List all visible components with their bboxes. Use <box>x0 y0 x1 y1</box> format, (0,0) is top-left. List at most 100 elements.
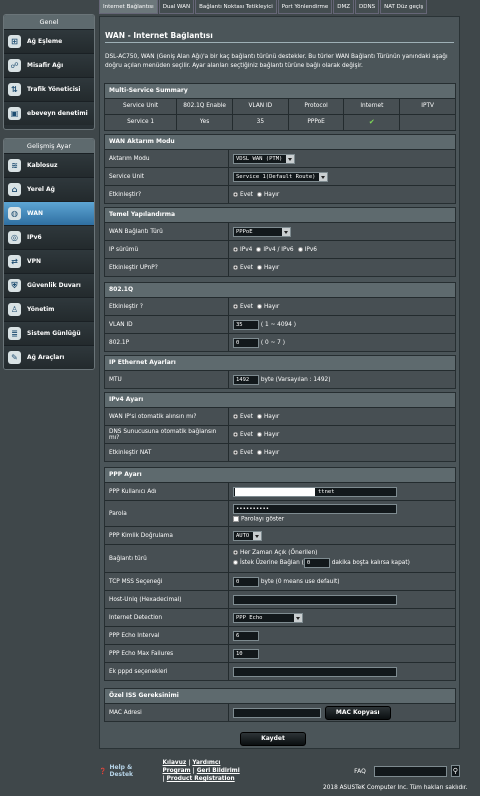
field-label: Etkinleştir ? <box>109 303 143 310</box>
nat-no-radio[interactable]: Hayır <box>256 449 280 456</box>
sidebar-item-parental-control[interactable]: ▣ ebeveyn denetimi <box>4 101 94 125</box>
sidebar-item-syslog[interactable]: ≣ Sistem Günlüğü <box>4 321 94 345</box>
page-title: WAN - Internet Bağlantısı <box>105 31 213 40</box>
page-description: DSL-AC750, WAN (Geniş Alan Ağı)'a bir ka… <box>105 54 448 69</box>
sidebar-item-ipv6[interactable]: ◎ IPv6 <box>4 225 94 249</box>
radio-label: Evet <box>240 191 253 198</box>
auto-dns-yes-radio[interactable]: Evet <box>233 431 253 438</box>
dot1p-input[interactable]: 0 <box>233 337 259 348</box>
manual-link[interactable]: Kılavuz <box>163 760 187 766</box>
ipv4-settings: IPv4 Ayarı WAN IP'si otomatik alınsın mı… <box>104 392 456 462</box>
auto-ip-no-radio[interactable]: Hayır <box>256 413 279 420</box>
feedback-link[interactable]: Geri Bildirimi <box>197 768 240 774</box>
wan-type-select[interactable]: PPPoE <box>233 226 291 237</box>
idle-time-input[interactable]: 0 <box>303 557 330 568</box>
edit-check-icon[interactable]: ✔ <box>369 118 375 126</box>
field-label: Service Unit <box>109 173 145 180</box>
echo-failures-input[interactable]: 10 <box>233 648 259 659</box>
service-unit-select[interactable]: Service 1(Default Route) <box>233 171 329 182</box>
echo-interval-input[interactable]: 6 <box>233 630 259 641</box>
vlan-id-input[interactable]: 35 <box>233 319 259 330</box>
ppp-settings: PPP Ayarı PPP Kullanıcı Adı ttnet Parola •… <box>104 467 456 681</box>
enable-yes-radio[interactable]: Evet <box>233 191 253 198</box>
transfer-mode-select[interactable]: VDSL WAN (PTM) <box>233 153 296 164</box>
internet-detection-select[interactable]: PPP Echo <box>233 612 303 623</box>
on-demand-radio[interactable]: İstek Üzerine Bağlan (0 dakika boşta kal… <box>233 557 410 568</box>
sidebar-item-firewall[interactable]: ⛨ Güvenlik Duvarı <box>4 273 94 297</box>
tab-dual-wan[interactable]: Dual WAN <box>158 0 195 14</box>
basic-config: Temel Yapılandırma WAN Bağlantı Türü PPPo… <box>104 207 456 277</box>
field-label: Etkinleştir? <box>109 191 142 198</box>
auto-dns-no-radio[interactable]: Hayır <box>256 431 279 438</box>
radio-label: Hayır <box>263 303 280 310</box>
ip-v4-radio[interactable]: IPv4 <box>233 246 252 253</box>
ppp-password-input[interactable]: •••••••••• <box>233 504 397 515</box>
sidebar-item-guest-network[interactable]: ☍ Misafir Ağı <box>4 53 94 77</box>
field-label: MAC Adresi <box>109 709 142 716</box>
sidebar-item-network-map[interactable]: ⊞ Ağ Eşleme <box>4 29 94 53</box>
tab-ddns[interactable]: DDNS <box>355 0 380 14</box>
nat-yes-radio[interactable]: Evet <box>233 449 253 456</box>
radio-label: Evet <box>240 431 253 438</box>
mtu-input[interactable]: 1492 <box>233 374 259 385</box>
upnp-no-radio[interactable]: Hayır <box>256 264 279 271</box>
sidebar-item-label: Sistem Günlüğü <box>27 330 81 337</box>
wan-transfer-mode: WAN Aktarım Modu Aktarım Modu VDSL WAN (P… <box>104 134 456 204</box>
ppp-username-input[interactable]: ttnet <box>233 486 397 497</box>
col-header: 802.1Q Enable <box>176 99 232 114</box>
sidebar-item-wan[interactable]: ◍ WAN <box>4 201 94 225</box>
ip-v6-radio[interactable]: IPv6 <box>297 246 317 253</box>
ip-v4v6-radio[interactable]: IPv4 / IPv6 <box>256 246 294 253</box>
vlan-enable-yes-radio[interactable]: Evet <box>233 303 253 310</box>
internet-check-cell: ✔ <box>343 115 399 130</box>
always-on-radio[interactable]: Her Zaman Açık (Önerilen) <box>233 549 317 556</box>
sidebar-item-label: WAN <box>27 210 44 217</box>
sidebar-item-lan[interactable]: ⌂ Yerel Ağ <box>4 177 94 201</box>
ppp-auth-select[interactable]: AUTO <box>233 530 263 541</box>
tab-port-trigger[interactable]: Bağlantı Noktası Tetikleyici <box>195 0 277 14</box>
tab-dmz[interactable]: DMZ <box>333 0 355 14</box>
tab-internet[interactable]: Internet Bağlantısı <box>99 0 158 14</box>
field-label: MTU <box>109 376 122 383</box>
sidebar-item-label: Yönetim <box>27 306 55 313</box>
footer-bar: ❓ Help & Destek Kılavuz | Yardımcı Progr… <box>99 760 460 782</box>
main-panel: WAN - Internet Bağlantısı DSL-AC750, WAN… <box>99 16 460 749</box>
radio-label: IPv6 <box>304 246 317 253</box>
mac-address-input[interactable] <box>233 707 321 718</box>
section-title: IPv4 Ayarı <box>105 393 455 407</box>
section-title: Temel Yapılandırma <box>105 208 455 222</box>
sidebar-item-tools[interactable]: ✎ Ağ Araçları <box>4 345 94 369</box>
radio-label: Evet <box>240 449 253 456</box>
copyright: 2018 ASUSTeK Computer Inc. Tüm hakları s… <box>323 785 468 791</box>
col-header: Protocol <box>287 99 344 114</box>
auto-ip-yes-radio[interactable]: Evet <box>233 413 253 420</box>
sidebar-item-vpn[interactable]: ⇄ VPN <box>4 249 94 273</box>
upnp-yes-radio[interactable]: Evet <box>233 264 253 271</box>
radio-label: Hayır <box>263 449 280 456</box>
field-label: Internet Detection <box>109 614 163 621</box>
sidebar-item-admin[interactable]: ♙ Yönetim <box>4 297 94 321</box>
mac-clone-button[interactable]: MAC Kopyası <box>324 705 391 720</box>
pppd-options-input[interactable] <box>233 666 397 677</box>
enable-no-radio[interactable]: Hayır <box>256 191 279 198</box>
sidebar-item-traffic-manager[interactable]: ⇅ Trafik Yöneticisi <box>4 77 94 101</box>
product-registration-link[interactable]: Product Registration <box>167 776 235 782</box>
search-icon[interactable]: ⚲ <box>450 765 460 777</box>
field-label: Etkinleştir NAT <box>109 449 152 456</box>
table-cell: 35 <box>231 115 288 130</box>
help-icon: ❓ <box>99 767 107 775</box>
username-value: ttnet <box>318 488 335 495</box>
vlan-enable-no-radio[interactable]: Hayır <box>256 303 280 310</box>
apply-button[interactable]: Kaydet <box>240 732 306 746</box>
show-password-checkbox[interactable]: Parolayı göster <box>233 516 284 523</box>
tcp-mss-input[interactable]: 0 <box>233 576 259 587</box>
sidebar-item-wireless[interactable]: ≋ Kablosuz <box>4 153 94 177</box>
tab-port-forward[interactable]: Port Yönlendirme <box>277 0 333 14</box>
field-label: DNS Sunucusuna otomatik bağlansın mı? <box>109 428 217 441</box>
section-title: PPP Ayarı <box>105 468 455 482</box>
tab-bar: Internet Bağlantısı Dual WAN Bağlantı No… <box>99 0 428 14</box>
col-header: Internet <box>343 99 399 114</box>
tab-nat-passthrough[interactable]: NAT Düz geçiş <box>380 0 428 14</box>
faq-search-input[interactable] <box>373 765 447 777</box>
host-uniq-input[interactable] <box>233 594 397 605</box>
